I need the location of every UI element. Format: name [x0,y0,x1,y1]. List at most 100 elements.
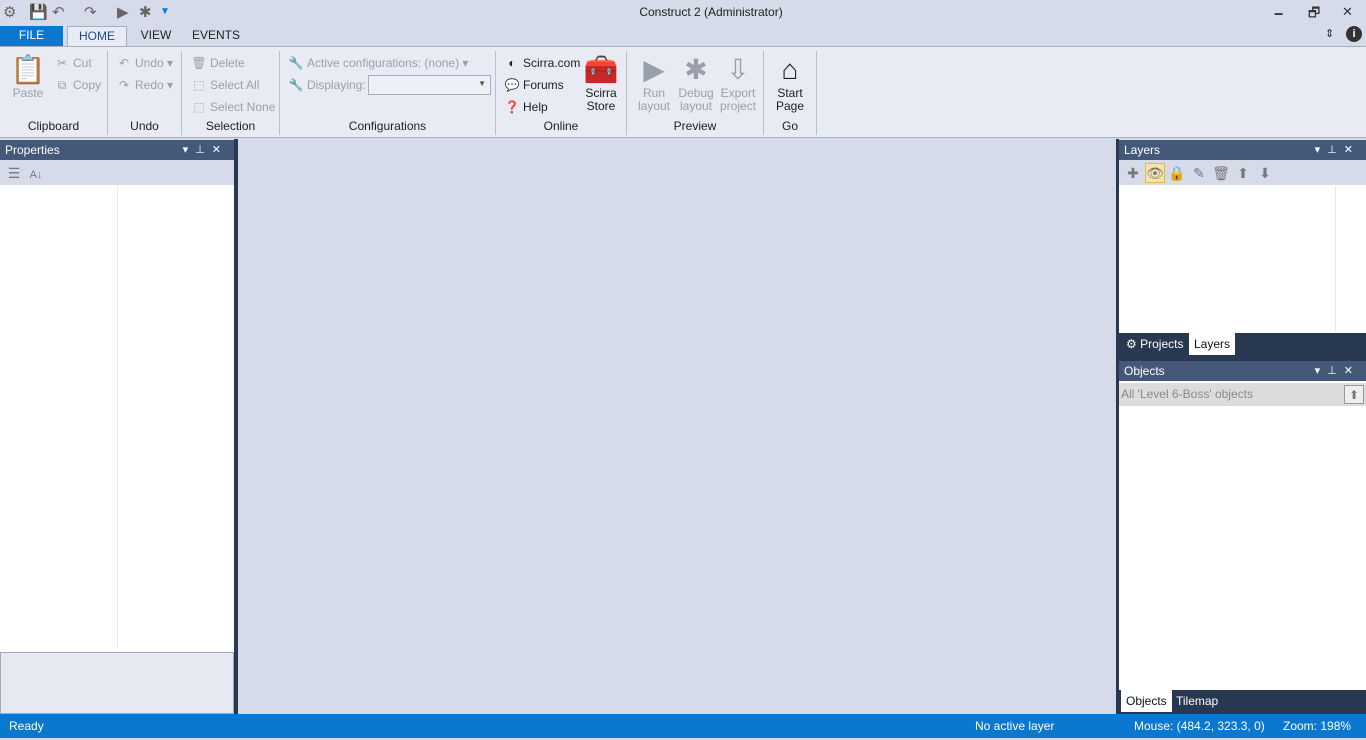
run-label-1: Run [642,86,665,100]
properties-pane: Properties ▾⊥✕ ☰ A↓ [0,140,234,714]
pencil-icon[interactable]: ✎ [1189,163,1209,183]
layers-header: Layers ▾⊥✕ [1119,140,1366,160]
redo-label: Redo [135,78,164,92]
configurations-group: 🔧 Active configurations: (none) ▾ 🔧 Displa… [280,51,496,135]
gear-icon: ⚙ [1126,337,1137,351]
select-all-icon: ⬚ [193,78,205,92]
add-layer-icon[interactable]: ✚ [1123,163,1143,183]
minimize-button[interactable]: 🗕 [1274,4,1283,26]
undo-label: Undo [135,56,164,70]
properties-header: Properties ▾⊥✕ [0,140,234,160]
active-layer-status: No active layer [975,719,1055,733]
scirra-store-button[interactable]: 🧰 Scirra Store [582,53,620,113]
debug-label-2: layout [679,99,713,113]
ribbon-tabs: FILE HOME VIEW EVENTS ⇕ i [0,24,1366,46]
scirra-label: Scirra.com [523,56,581,70]
paste-label: Paste [12,86,44,100]
objects-filter-text: All 'Level 6-Boss' objects [1121,387,1253,401]
redo-button[interactable]: ↷ Redo ▾ [116,78,173,92]
tab-projects-label: Projects [1140,337,1184,351]
categorized-icon[interactable]: ☰ [4,163,24,183]
objects-filter[interactable]: All 'Level 6-Boss' objects ⬆ [1119,383,1366,406]
tab-layers[interactable]: Layers [1189,333,1236,355]
bug-icon: ✱ [684,54,708,85]
up-folder-icon[interactable]: ⬆ [1344,385,1364,404]
copy-button[interactable]: ⧉ Copy [54,78,101,93]
scirra-link[interactable]: ◐ Scirra.com [504,56,580,70]
trash-icon[interactable]: 🗑 [1211,163,1231,183]
help-link[interactable]: ❓ Help [504,100,548,114]
selection-group-label: Selection [205,119,256,133]
paste-icon: 📋 [10,54,46,85]
active-configurations-dropdown[interactable]: 🔧 Active configurations: (none) ▾ [288,56,469,70]
arrow-up-icon[interactable]: ⬆ [1233,163,1253,183]
home-icon: ⌂ [781,54,799,85]
objects-title: Objects [1124,364,1165,378]
displaying-select[interactable]: ▼ [368,75,491,95]
lock-icon[interactable]: 🔒 [1167,163,1187,183]
trash-icon: 🗑 [191,56,207,70]
help-icon: ❓ [504,100,520,114]
tab-home[interactable]: HOME [67,26,127,46]
pane-controls[interactable]: ▾⊥✕ [1315,361,1360,381]
arrow-down-icon[interactable]: ⬇ [1255,163,1275,183]
run-layout-button[interactable]: ▶ Run layout [635,53,673,113]
pane-controls[interactable]: ▾⊥✕ [1315,140,1360,160]
select-none-button[interactable]: ⬚ Select None [191,100,275,114]
layers-pane: Layers ▾⊥✕ ✚ 👁 🔒 ✎ 🗑 ⬆ ⬇ ⚙ Projects Layers [1119,140,1366,355]
online-group-label: Online [543,119,579,133]
status-bar: Ready No active layer Mouse: (484.2, 323… [0,714,1366,738]
select-all-button[interactable]: ⬚ Select All [191,78,259,92]
clipboard-group-label: Clipboard [27,119,80,133]
objects-pane: Objects ▾⊥✕ All 'Level 6-Boss' objects ⬆ O… [1119,361,1366,714]
info-icon[interactable]: i [1346,26,1362,42]
status-text: Ready [9,719,44,733]
export-label-2: project [719,99,757,113]
cut-button[interactable]: ✂ Cut [54,56,92,70]
scirra-icon: ◐ [508,56,516,70]
forums-link[interactable]: 💬 Forums [504,78,564,92]
objects-header: Objects ▾⊥✕ [1119,361,1366,381]
go-group: ⌂ Start Page Go [764,51,817,135]
tab-projects[interactable]: ⚙ Projects [1121,333,1188,355]
pane-controls[interactable]: ▾⊥✕ [183,140,228,160]
layers-tabbar: ⚙ Projects Layers [1119,333,1366,355]
restore-button[interactable]: 🗗 [1308,4,1320,26]
selection-group: 🗑 Delete ⬚ Select All ⬚ Select None Selecti… [182,51,280,135]
chest-icon: 🧰 [583,54,619,85]
layout-view[interactable] [238,139,1116,714]
forums-label: Forums [523,78,564,92]
start-page-button[interactable]: ⌂ Start Page [770,53,810,113]
undo-button[interactable]: ↶ Undo ▾ [116,56,173,70]
start-label-2: Page [775,99,805,113]
export-label-1: Export [720,86,756,100]
properties-toolbar: ☰ A↓ [0,160,234,185]
export-project-button[interactable]: ⇩ Export project [717,53,759,113]
forums-icon: 💬 [504,78,520,92]
tab-events[interactable]: EVENTS [190,26,242,46]
window-title: Construct 2 (Administrator) [639,5,783,19]
store-label-1: Scirra [585,86,617,100]
play-icon: ▶ [643,54,665,85]
run-label-2: layout [637,99,671,113]
mouse-position: Mouse: (484.2, 323.3, 0) [1134,719,1265,733]
sort-alpha-icon[interactable]: A↓ [26,165,46,185]
delete-button[interactable]: 🗑 Delete [191,56,244,70]
paste-button[interactable]: 📋 Paste [8,53,48,100]
undo-icon: ↶ [118,56,130,70]
wrench-eye-icon: 🔧 [288,78,304,92]
debug-label-1: Debug [678,86,714,100]
select-all-label: Select All [210,78,260,92]
tab-tilemap[interactable]: Tilemap [1171,690,1223,712]
cut-label: Cut [73,56,92,70]
properties-title: Properties [5,143,60,157]
eye-icon[interactable]: 👁 [1145,163,1165,183]
undo-group: ↶ Undo ▾ ↷ Redo ▾ Undo [108,51,182,135]
start-label-1: Start [777,86,803,100]
tab-file[interactable]: FILE [0,26,63,46]
collapse-ribbon-icon[interactable]: ⇕ [1325,27,1334,40]
tab-objects[interactable]: Objects [1121,690,1172,712]
debug-layout-button[interactable]: ✱ Debug layout [676,53,716,113]
tab-view[interactable]: VIEW [135,26,177,46]
close-button[interactable]: ✕ [1342,4,1353,20]
